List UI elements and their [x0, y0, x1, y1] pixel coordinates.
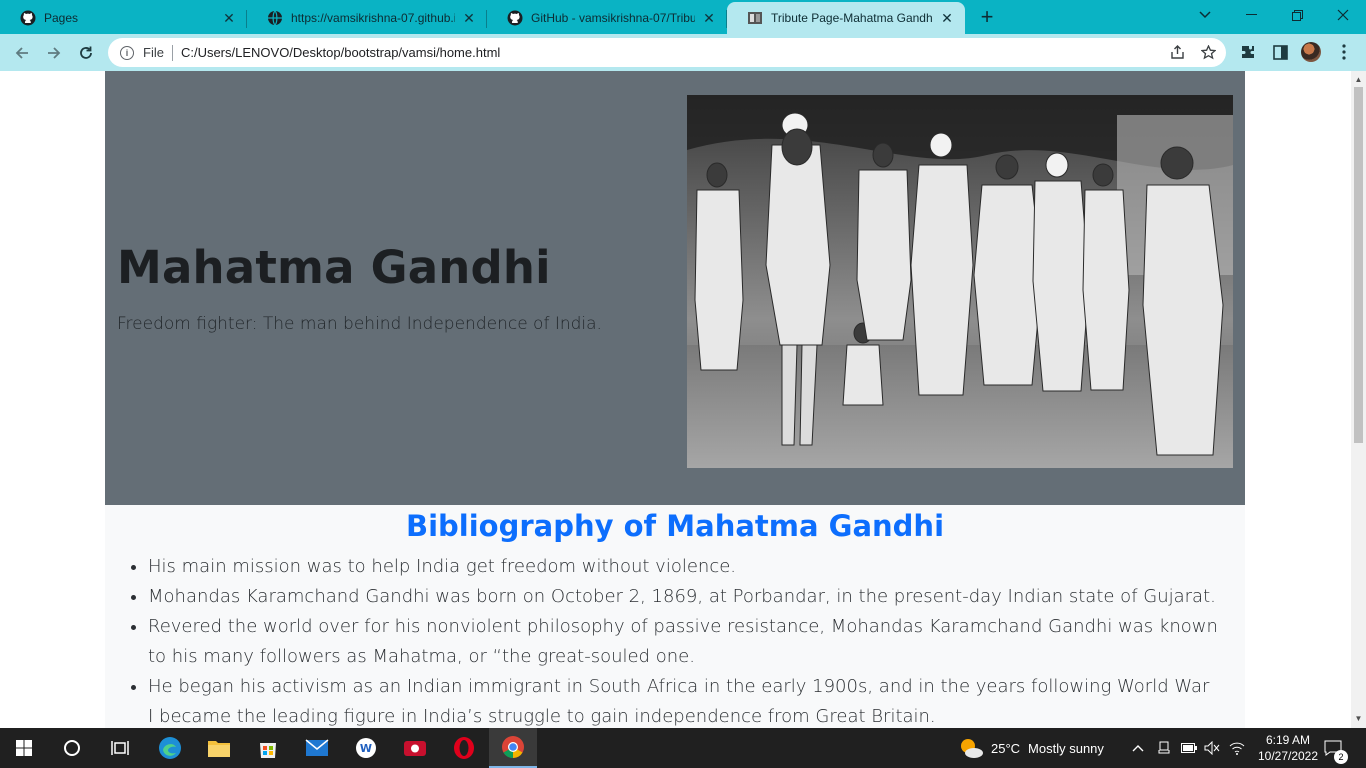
show-hidden-icons-button[interactable]	[1132, 728, 1144, 768]
weather-description: Mostly sunny	[1028, 740, 1104, 756]
tab-search-icon[interactable]	[1182, 0, 1228, 30]
chrome-icon	[502, 736, 524, 758]
bibliography-section: Bibliography of Mahatma Gandhi His main …	[105, 505, 1245, 728]
address-bar[interactable]: i File C:/Users/LENOVO/Desktop/bootstrap…	[108, 38, 1226, 67]
scroll-up-arrow-icon[interactable]: ▲	[1354, 75, 1363, 84]
word-app[interactable]: W	[342, 728, 390, 768]
share-icon[interactable]	[1162, 38, 1192, 67]
tab-title: https://vamsikrishna-07.github.io/	[291, 11, 455, 25]
mail-app[interactable]	[293, 728, 341, 768]
arrow-left-icon	[15, 47, 28, 59]
battery-icon[interactable]	[1181, 728, 1197, 768]
close-icon[interactable]: ✕	[701, 10, 717, 26]
folder-icon	[208, 741, 230, 757]
start-button[interactable]	[0, 728, 48, 768]
clock-time: 6:19 AM	[1265, 733, 1311, 747]
store-icon	[260, 743, 276, 758]
list-item: Mohandas Karamchand Gandhi was born on O…	[148, 582, 1218, 612]
list-item: His main mission was to help India get f…	[148, 552, 1218, 582]
clock-date: 10/27/2022	[1257, 749, 1319, 763]
weather-widget[interactable]: 25°C Mostly sunny	[958, 728, 1104, 768]
url-divider	[171, 44, 173, 61]
github-icon	[20, 10, 36, 26]
page-favicon	[747, 10, 763, 26]
tab-github-repo[interactable]: GitHub - vamsikrishna-07/Tribute ✕	[487, 2, 727, 34]
tab-tribute-page[interactable]: Tribute Page-Mahatma Gandhi ✕	[727, 2, 965, 34]
browser-toolbar: i File C:/Users/LENOVO/Desktop/bootstrap…	[0, 34, 1366, 71]
page-viewport: Mahatma Gandhi Freedom fighter: The man …	[0, 71, 1351, 728]
side-panel-icon[interactable]	[1269, 41, 1291, 63]
file-explorer-app[interactable]	[195, 728, 243, 768]
task-view-icon	[111, 741, 129, 755]
volume-muted-icon[interactable]	[1204, 728, 1220, 768]
menu-kebab-icon[interactable]	[1333, 41, 1355, 63]
minimize-button[interactable]	[1228, 0, 1274, 30]
info-icon[interactable]: i	[120, 45, 134, 60]
reload-button[interactable]	[72, 39, 100, 67]
reload-icon	[80, 46, 92, 59]
url-text[interactable]: C:/Users/LENOVO/Desktop/bootstrap/vamsi/…	[181, 45, 500, 60]
close-window-button[interactable]	[1320, 0, 1366, 30]
hero-subtitle: Freedom fighter: The man behind Independ…	[117, 314, 602, 334]
tab-pages[interactable]: Pages ✕	[0, 2, 247, 34]
search-circle-icon	[64, 740, 80, 756]
forward-button[interactable]	[40, 39, 68, 67]
gandhi-photo	[687, 95, 1233, 468]
list-item: He began his activism as an Indian immig…	[148, 672, 1218, 728]
extensions-icon[interactable]	[1237, 41, 1259, 63]
notification-center-button[interactable]: 2	[1324, 728, 1348, 768]
arrow-right-icon	[48, 47, 61, 59]
camera-app[interactable]	[391, 728, 439, 768]
search-button[interactable]	[48, 728, 96, 768]
bibliography-list: His main mission was to help India get f…	[148, 552, 1218, 728]
meet-now-icon[interactable]	[1157, 728, 1171, 768]
github-icon	[507, 10, 523, 26]
page-title: Mahatma Gandhi	[117, 241, 551, 294]
store-app[interactable]	[244, 728, 292, 768]
hero-section: Mahatma Gandhi Freedom fighter: The man …	[105, 71, 1245, 505]
close-icon[interactable]: ✕	[939, 10, 955, 26]
tab-title: Tribute Page-Mahatma Gandhi	[771, 11, 933, 25]
tab-github-io[interactable]: https://vamsikrishna-07.github.io/ ✕	[247, 2, 487, 34]
opera-app[interactable]	[440, 728, 488, 768]
page-scrollbar[interactable]: ▲ ▼	[1351, 71, 1366, 728]
wifi-icon[interactable]	[1229, 728, 1245, 768]
mail-icon	[305, 739, 329, 756]
edge-app[interactable]	[146, 728, 194, 768]
close-icon[interactable]: ✕	[461, 10, 477, 26]
close-icon[interactable]: ✕	[221, 10, 237, 26]
url-scheme: File	[143, 45, 164, 60]
globe-icon	[267, 10, 283, 26]
new-tab-button[interactable]: +	[975, 6, 999, 30]
scroll-thumb[interactable]	[1354, 87, 1363, 443]
weather-temperature: 25°C	[991, 740, 1021, 756]
scroll-down-arrow-icon[interactable]: ▼	[1354, 714, 1363, 723]
word-icon: W	[356, 738, 376, 758]
clock[interactable]: 6:19 AM 10/27/2022	[1252, 728, 1324, 768]
svg-text:W: W	[360, 742, 372, 755]
camera-icon	[404, 741, 426, 756]
task-view-button[interactable]	[96, 728, 144, 768]
restore-button[interactable]	[1274, 0, 1320, 30]
tab-strip: Pages ✕ https://vamsikrishna-07.github.i…	[0, 0, 1366, 34]
opera-icon	[454, 737, 474, 759]
windows-logo-icon	[16, 740, 32, 756]
bibliography-heading: Bibliography of Mahatma Gandhi	[405, 509, 945, 543]
profile-avatar[interactable]	[1301, 42, 1321, 62]
back-button[interactable]	[8, 39, 36, 67]
chevron-up-icon	[1132, 745, 1144, 752]
windows-taskbar: W 25°C Mostly sunny 6:19 AM 10/27/2022 2	[0, 728, 1366, 768]
notification-count-badge: 2	[1334, 750, 1348, 764]
chrome-app[interactable]	[489, 728, 537, 768]
edge-icon	[159, 737, 181, 759]
tab-title: Pages	[44, 11, 79, 25]
bookmark-star-icon[interactable]	[1193, 38, 1223, 67]
tab-title: GitHub - vamsikrishna-07/Tribute	[531, 11, 695, 25]
sun-cloud-icon	[961, 739, 983, 758]
list-item: Revered the world over for his nonviolen…	[148, 612, 1218, 672]
